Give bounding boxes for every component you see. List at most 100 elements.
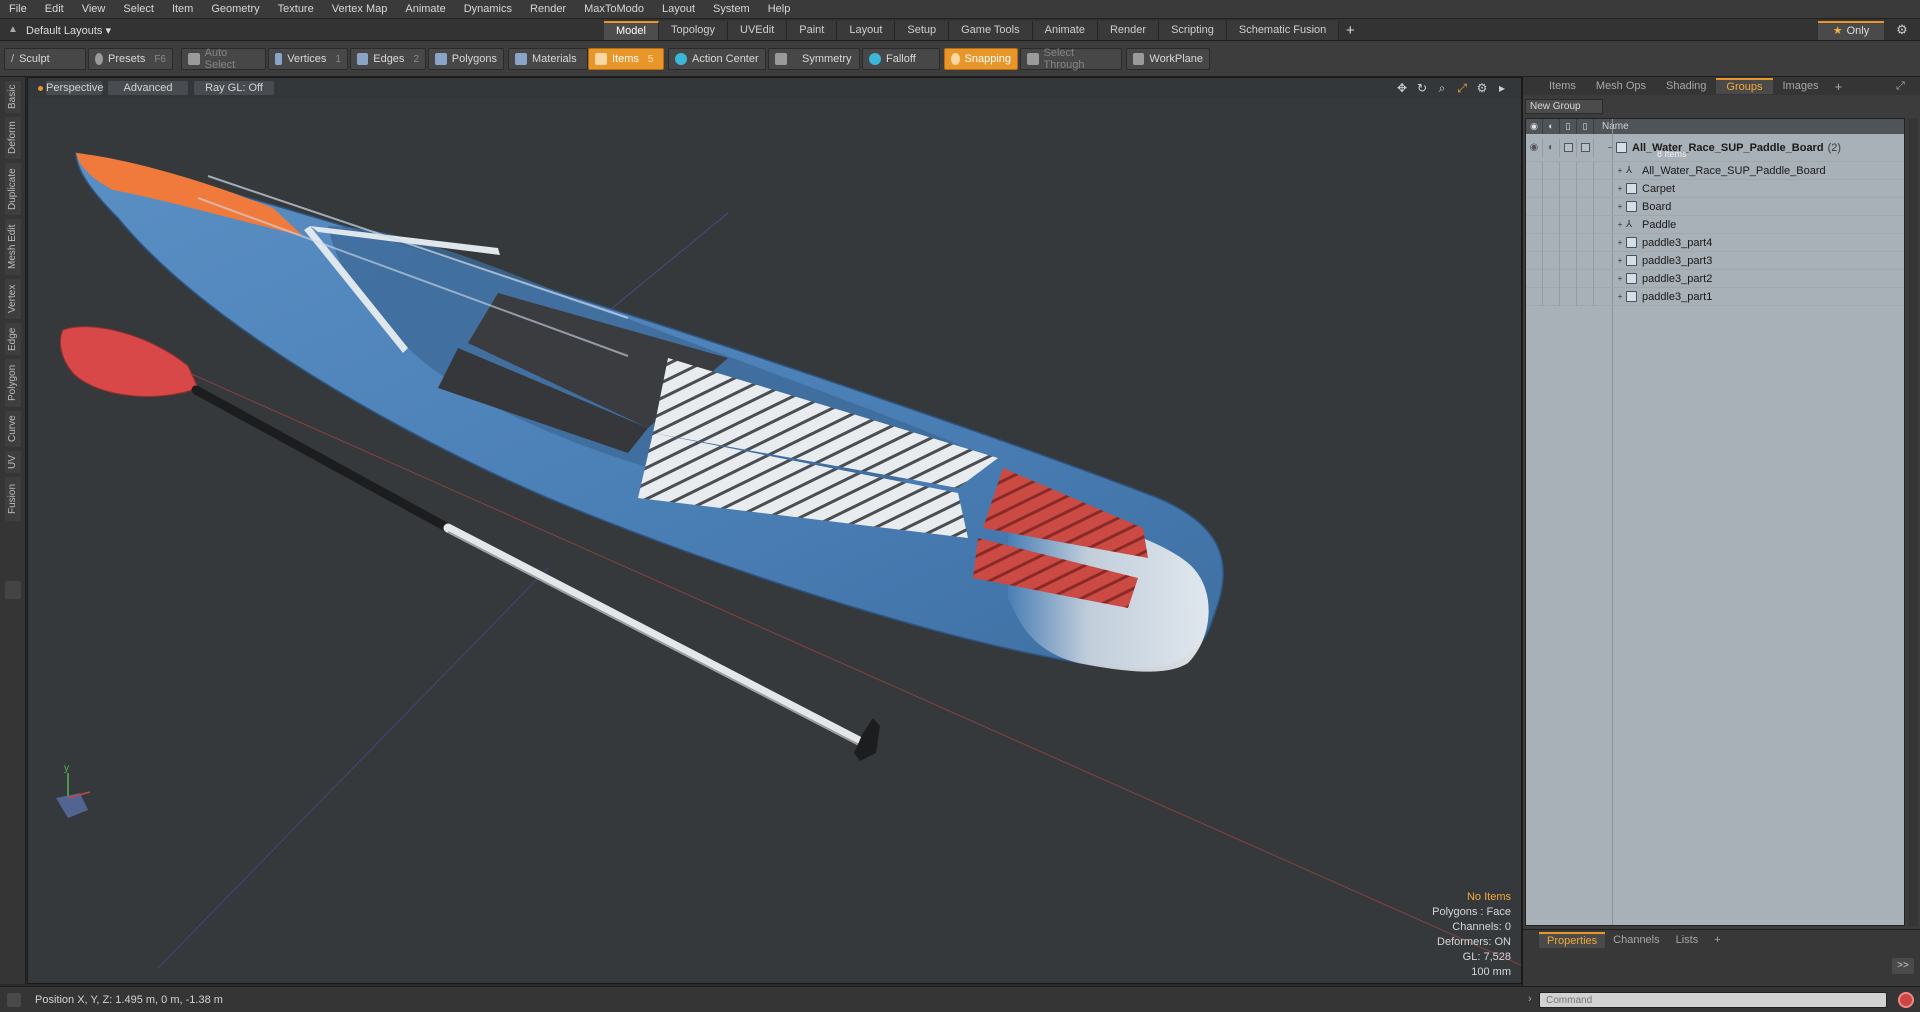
menu-geometry[interactable]: Geometry	[202, 0, 268, 19]
collapse-icon[interactable]: ▲	[8, 24, 20, 36]
menu-vertex-map[interactable]: Vertex Map	[323, 0, 397, 19]
tab-channels[interactable]: Channels	[1605, 932, 1667, 948]
expand-properties-button[interactable]: >>	[1892, 958, 1914, 974]
menu-select[interactable]: Select	[114, 0, 163, 19]
pan-icon[interactable]: ✥	[1395, 81, 1409, 95]
tab-model[interactable]: Model	[604, 21, 659, 40]
menu-item[interactable]: Item	[163, 0, 202, 19]
sculpt-button[interactable]: / Sculpt	[4, 48, 86, 70]
viewport-gear-icon[interactable]: ⚙	[1475, 81, 1489, 95]
menu-layout[interactable]: Layout	[653, 0, 704, 19]
group-collapse-icon[interactable]: −	[1604, 143, 1616, 152]
sup-board[interactable]	[75, 152, 1224, 672]
expand-icon[interactable]: +	[1614, 220, 1626, 229]
tab-images[interactable]: Images	[1773, 78, 1829, 94]
action-center-button[interactable]: Action Center	[668, 48, 766, 70]
tab-properties[interactable]: Properties	[1539, 932, 1606, 948]
presets-button[interactable]: Presets F6	[88, 48, 173, 70]
menu-texture[interactable]: Texture	[269, 0, 323, 19]
render-column-icon[interactable]: ◐	[1543, 119, 1560, 134]
symmetry-button[interactable]: Symmetry	[768, 48, 860, 70]
menu-view[interactable]: View	[73, 0, 115, 19]
gear-icon[interactable]: ⚙	[1894, 22, 1910, 38]
tab-lists[interactable]: Lists	[1668, 932, 1707, 948]
edges-button[interactable]: Edges 2	[350, 48, 426, 70]
raygl-button[interactable]: Ray GL: Off	[194, 81, 274, 95]
tab-setup[interactable]: Setup	[895, 21, 950, 40]
command-history-icon[interactable]: ›	[1528, 993, 1532, 1005]
group-render-toggle[interactable]: ◐	[1543, 138, 1560, 157]
left-tab-basic[interactable]: Basic	[5, 81, 21, 113]
tab-render[interactable]: Render	[1097, 21, 1160, 40]
items-button[interactable]: Items 5	[588, 48, 664, 70]
tab-game-tools[interactable]: Game Tools	[949, 21, 1033, 40]
group-lock-toggle[interactable]	[1560, 138, 1577, 157]
group-row[interactable]: ◉ ◐ − All_Water_Race_SUP_Paddle_Board (2…	[1526, 134, 1904, 162]
viewport-menu-icon[interactable]: ▸	[1495, 81, 1509, 95]
left-tab-uv[interactable]: UV	[5, 451, 21, 473]
snapping-button[interactable]: Snapping	[944, 48, 1018, 70]
perspective-button[interactable]: Perspective	[46, 81, 103, 95]
polygons-button[interactable]: Polygons	[428, 48, 504, 70]
expand-icon[interactable]: +	[1614, 166, 1626, 175]
select-column-icon[interactable]: ▯	[1577, 119, 1594, 134]
menu-maxtomodo[interactable]: MaxToModo	[575, 0, 653, 19]
tab-shading[interactable]: Shading	[1656, 78, 1716, 94]
left-tab-fusion[interactable]: Fusion	[5, 477, 21, 521]
list-item[interactable]: + paddle3_part4	[1526, 233, 1904, 252]
add-panel-tab-icon[interactable]: +	[1829, 79, 1849, 94]
list-item[interactable]: + Carpet	[1526, 179, 1904, 198]
menu-system[interactable]: System	[704, 0, 759, 19]
left-tab-curve[interactable]: Curve	[5, 411, 21, 447]
menu-render[interactable]: Render	[521, 0, 575, 19]
visibility-column-icon[interactable]: ◉	[1526, 119, 1543, 134]
menu-file[interactable]: File	[0, 0, 36, 19]
tab-layout[interactable]: Layout	[837, 21, 896, 40]
layout-select[interactable]: ▲ Default Layouts ▾	[8, 22, 168, 38]
expand-panel-icon[interactable]: ⤢	[1896, 79, 1910, 93]
3d-viewport[interactable]: Perspective Advanced Ray GL: Off ✥ ↻ ⌕ ⤢…	[27, 77, 1522, 984]
auto-select-button[interactable]: Auto Select	[181, 47, 266, 71]
scene-canvas[interactable]: y	[28, 98, 1522, 984]
list-item[interactable]: + paddle3_part1	[1526, 287, 1904, 306]
menu-dynamics[interactable]: Dynamics	[455, 0, 521, 19]
expand-icon[interactable]: +	[1614, 238, 1626, 247]
advanced-button[interactable]: Advanced	[108, 81, 188, 95]
expand-icon[interactable]: +	[1614, 292, 1626, 301]
tab-topology[interactable]: Topology	[658, 21, 729, 40]
tab-items[interactable]: Items	[1539, 78, 1586, 94]
record-macro-icon[interactable]	[1898, 992, 1914, 1008]
list-item[interactable]: + Board	[1526, 197, 1904, 216]
vertices-button[interactable]: Vertices 1	[268, 48, 348, 70]
groups-scrollbar[interactable]	[1908, 118, 1918, 926]
list-item[interactable]: + paddle3_part3	[1526, 251, 1904, 270]
left-strip-toggle[interactable]	[5, 581, 21, 599]
falloff-button[interactable]: Falloff	[862, 48, 940, 70]
command-input[interactable]	[1539, 992, 1887, 1008]
tab-uvedit[interactable]: UVEdit	[728, 21, 788, 40]
left-tab-vertex[interactable]: Vertex	[5, 279, 21, 319]
tab-scripting[interactable]: Scripting	[1159, 21, 1227, 40]
lock-column-icon[interactable]: ▯	[1560, 119, 1577, 134]
menu-help[interactable]: Help	[759, 0, 800, 19]
left-tab-duplicate[interactable]: Duplicate	[5, 163, 21, 215]
left-tab-mesh-edit[interactable]: Mesh Edit	[5, 219, 21, 275]
group-select-toggle[interactable]	[1577, 138, 1594, 157]
select-through-button[interactable]: Select Through	[1020, 47, 1122, 71]
tab-schematic-fusion[interactable]: Schematic Fusion	[1226, 21, 1340, 40]
menu-animate[interactable]: Animate	[396, 0, 454, 19]
only-button[interactable]: ★ Only	[1818, 21, 1884, 40]
tab-paint[interactable]: Paint	[787, 21, 838, 40]
left-tab-edge[interactable]: Edge	[5, 323, 21, 355]
workplane-button[interactable]: WorkPlane	[1126, 48, 1210, 70]
expand-icon[interactable]: +	[1614, 256, 1626, 265]
expand-icon[interactable]: +	[1614, 202, 1626, 211]
list-item[interactable]: + ⅄ Paddle	[1526, 215, 1904, 234]
expand-icon[interactable]: +	[1614, 184, 1626, 193]
status-toggle-icon[interactable]	[7, 993, 21, 1007]
group-visibility-toggle[interactable]: ◉	[1526, 138, 1543, 157]
tab-mesh-ops[interactable]: Mesh Ops	[1586, 78, 1656, 94]
left-tab-deform[interactable]: Deform	[5, 117, 21, 159]
add-properties-tab-icon[interactable]: +	[1706, 932, 1728, 948]
list-item[interactable]: + paddle3_part2	[1526, 269, 1904, 288]
